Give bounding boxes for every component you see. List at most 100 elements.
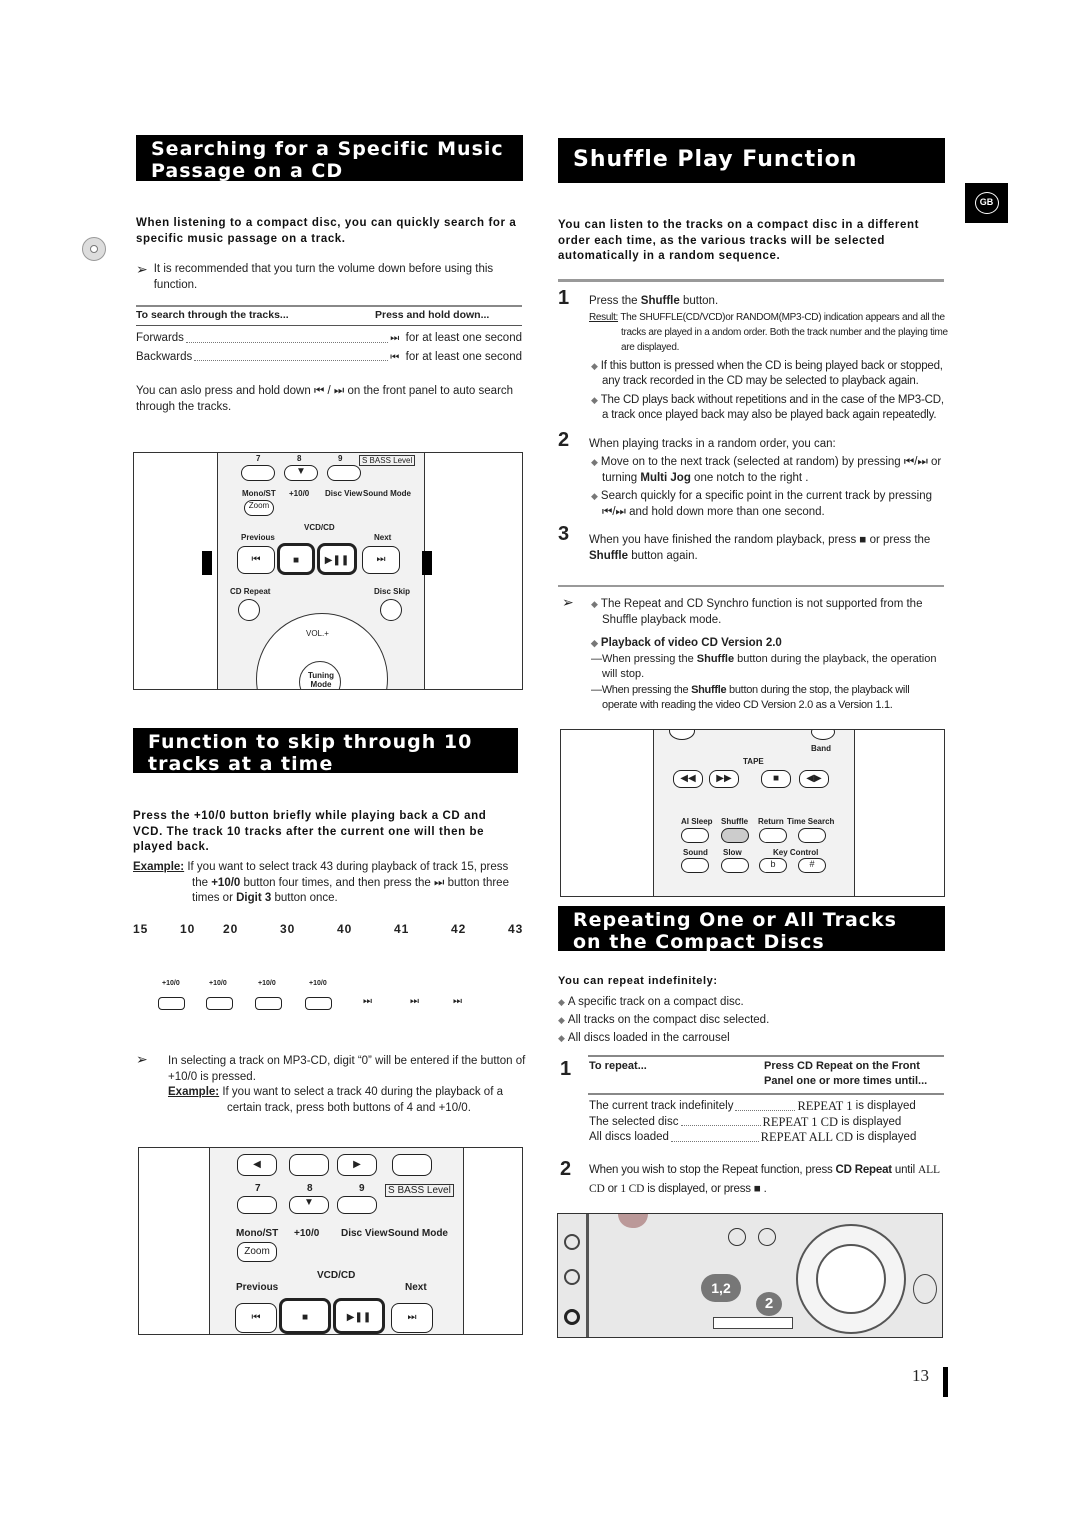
text: The Repeat and CD Synchro function is no… [600, 598, 923, 626]
section-header-repeat: Repeating One or All Tracks on the Compa… [558, 906, 945, 953]
remote-label: Time Search [787, 817, 835, 826]
remote-label: Sound Mode [388, 1228, 448, 1239]
col-head: To repeat... [589, 1060, 647, 1072]
callout-badge: 1,2 [701, 1274, 741, 1302]
step-3: When you have finished the random playba… [558, 533, 948, 564]
note-arrow-icon: ➢ [562, 594, 574, 610]
seq-number: 43 [508, 922, 524, 936]
remote-label: CD Repeat [230, 587, 271, 596]
repeat-table: The current track indefinitely REPEAT 1 i… [589, 1099, 944, 1146]
skip-intro: Press the +10/0 button briefly while pla… [133, 810, 487, 853]
text: You can aslo press and hold down [136, 385, 311, 397]
divider [136, 325, 522, 326]
text: CD Repeat [835, 1164, 893, 1176]
callout-badge: 2 [756, 1292, 782, 1316]
plus10-button-graphic [305, 997, 332, 1010]
divider [558, 279, 944, 282]
text: Multi Jog [640, 471, 691, 484]
text: Press the [589, 295, 638, 307]
text: When you wish to stop the Repeat functio… [589, 1164, 833, 1176]
step-1: Press the Shuffle button. [589, 294, 948, 310]
zoom-button: Zoom [237, 1242, 277, 1262]
plus10-button-graphic [255, 997, 282, 1010]
table-row: The current track indefinitely REPEAT 1 i… [589, 1099, 944, 1115]
next-track-icon: ⏭ [434, 876, 445, 889]
text: —When pressing the [591, 683, 689, 696]
table-row: Forwards ⏭ for at least one second [136, 331, 522, 347]
text: until [894, 1164, 916, 1176]
text: Search quickly for a specific point in t… [600, 490, 933, 502]
text: Move on to the next track (selected at r… [600, 456, 901, 468]
bullet: ◆ All tracks on the compact disc selected… [558, 1013, 770, 1026]
search-extra: You can aslo press and hold down ⏮ / ⏭ o… [136, 385, 514, 413]
seq-number: 41 [394, 922, 410, 936]
remote-label: S BASS Level [385, 1184, 454, 1197]
remote-label: Tuning Mode [307, 671, 335, 689]
section-header-search: Searching for a Specific Music Passage o… [136, 135, 523, 182]
cd-icon [82, 237, 106, 261]
plus10-button-graphic [158, 997, 185, 1010]
text: All tracks on the compact disc selected. [567, 1013, 770, 1026]
header-line: Repeating One or All Tracks [573, 909, 897, 931]
divider [588, 1055, 944, 1057]
button-label: +10/0 [209, 980, 227, 987]
remote-label: Key Control [773, 848, 819, 857]
prev-track-icon: ⏮ [390, 351, 400, 363]
text: 1 CD [620, 1183, 645, 1195]
remote-label: 9 [338, 454, 343, 463]
remote-label: 8 [307, 1183, 313, 1194]
remote-label: Disc View [325, 489, 363, 498]
text: is displayed [841, 1115, 902, 1128]
text: The CD plays back without repetitions an… [600, 393, 944, 422]
display-code: REPEAT 1 CD [762, 1114, 838, 1129]
search-table-head: To search through the tracks... Press an… [136, 308, 522, 323]
step-number: 1 [558, 287, 570, 309]
button-label: +10/0 [309, 980, 327, 987]
bullet: ◆ The CD plays back without repetitions a… [591, 393, 944, 422]
header-line: on the Compact Discs [573, 931, 825, 953]
bullet: ◆ Move on to the next track (selected at … [591, 456, 942, 484]
remote-label: +10/0 [289, 489, 310, 498]
sharp-key-button: # [798, 858, 826, 873]
col-head: To search through the tracks... [136, 309, 289, 321]
repeat-intro: You can repeat indefinitely: ◆ A specific… [558, 974, 945, 1047]
remote-illustration-shuffle: Band TAPE ◀◀ ▶▶ ■ ◀▶ AI Sleep Shuffle Retur… [560, 729, 945, 897]
text: Shuffle [696, 652, 735, 665]
step-number: 2 [558, 428, 570, 451]
remote-label: 9 [359, 1183, 365, 1194]
display-code: REPEAT 1 [797, 1099, 853, 1113]
table-row: The selected disc REPEAT 1 CD is displaye… [589, 1115, 944, 1131]
page-number-bar [943, 1367, 948, 1397]
text: . [763, 1183, 767, 1195]
repeat-step-2: When you wish to stop the Repeat functio… [589, 1161, 947, 1199]
row-label: The selected disc [589, 1115, 679, 1128]
remote-label: Previous [236, 1282, 279, 1293]
intro: You can repeat indefinitely: [558, 975, 718, 987]
row-value: for at least one second [405, 332, 522, 344]
skip-example: Example: If you want to select track 43 … [133, 860, 523, 907]
text: button again. [631, 549, 698, 562]
search-intro: When listening to a compact disc, you ca… [136, 217, 517, 245]
stop-icon: ■ [859, 534, 867, 546]
prev-next-icon: ⏮/⏭ [602, 505, 626, 518]
bullet: ◆ Search quickly for a specific point in … [591, 490, 933, 518]
note-arrow-icon: ➢ [136, 261, 148, 277]
remote-label: Return [758, 817, 784, 826]
section-header-skip: Function to skip through 10 tracks at a … [133, 728, 518, 775]
text: is displayed, or press [647, 1183, 751, 1195]
front-panel-illustration: 1,2 2 [557, 1213, 943, 1338]
text: or [607, 1183, 618, 1195]
remote-label: VCD/CD [317, 1270, 356, 1281]
text: Digit 3 [236, 892, 272, 904]
text: If you want to select a track 40 during … [222, 1086, 503, 1114]
remote-label: Next [374, 533, 392, 542]
seq-number: 10 [180, 922, 196, 936]
note-text: In selecting a track on MP3-CD, digit “0… [168, 1055, 526, 1083]
table-row: All discs loaded REPEAT ALL CD is display… [589, 1130, 944, 1146]
remote-illustration-search: 7 8 9 S BASS Level ▼ Mono/ST +10/0 Disc … [133, 452, 523, 690]
text: Shuffle [640, 295, 680, 307]
row-label: All discs loaded [589, 1131, 669, 1143]
bullet: ◆ All discs loaded in the carrousel [558, 1031, 730, 1044]
remote-label: Slow [723, 848, 742, 857]
display-code: REPEAT ALL CD [760, 1130, 854, 1144]
